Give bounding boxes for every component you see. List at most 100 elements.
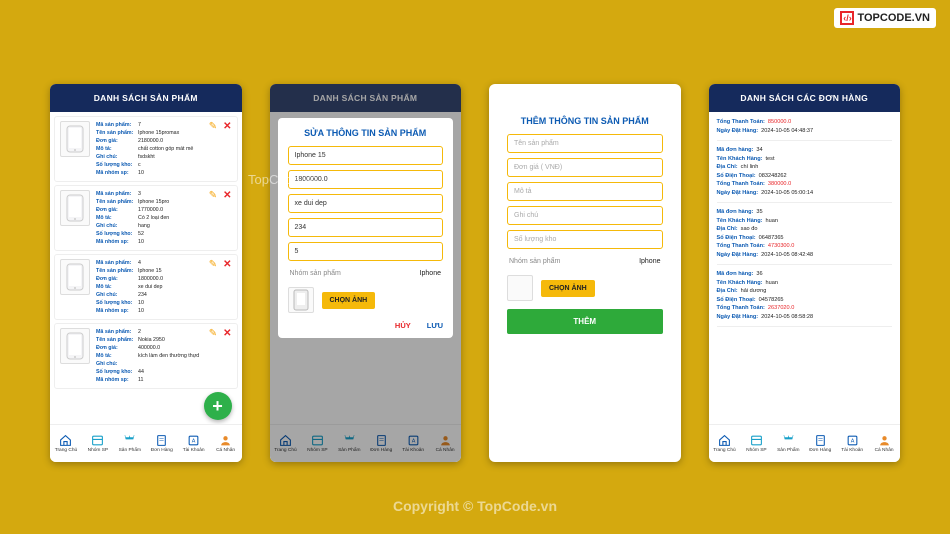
nav-item-1[interactable]: Nhóm SP bbox=[82, 425, 114, 462]
delete-icon[interactable]: ✕ bbox=[223, 190, 231, 201]
product-card[interactable]: Mã sản phẩm:4Tên sản phẩm:Iphone 15Đơn g… bbox=[54, 254, 238, 320]
topcode-logo: ‹/› TOPCODE.VN bbox=[834, 8, 936, 28]
edit-icon[interactable]: ✎ bbox=[209, 328, 217, 339]
logo-text: TOPCODE.VN bbox=[857, 12, 930, 24]
cancel-button[interactable]: HỦY bbox=[395, 321, 411, 330]
add-product-fab[interactable]: + bbox=[204, 392, 232, 420]
group-label: Nhóm sản phẩm bbox=[509, 258, 560, 265]
order-item[interactable]: Mã đơn hàng: 34Tên Khách Hàng: testĐịa C… bbox=[717, 146, 893, 203]
edit-group-row[interactable]: Nhóm sản phẩm Iphone bbox=[288, 266, 444, 281]
product-thumb bbox=[60, 190, 90, 226]
delete-icon[interactable]: ✕ bbox=[223, 121, 231, 132]
delete-icon[interactable]: ✕ bbox=[223, 328, 231, 339]
nav-icon: A bbox=[846, 434, 859, 447]
nav-label: Trang Chủ bbox=[55, 448, 78, 453]
order-item[interactable]: Mã đơn hàng: 36Tên Khách Hàng: huanĐịa C… bbox=[717, 270, 893, 327]
group-value: Iphone bbox=[420, 270, 441, 277]
add-note-input[interactable]: Ghi chú bbox=[507, 206, 663, 225]
nav-item-0[interactable]: Trang Chủ bbox=[709, 425, 741, 462]
panel4-title: DANH SÁCH CÁC ĐƠN HÀNG bbox=[709, 84, 901, 112]
svg-text:A: A bbox=[850, 439, 854, 445]
nav-item-3[interactable]: Đơn Hàng bbox=[804, 425, 836, 462]
nav-icon bbox=[878, 434, 891, 447]
add-stock-input[interactable]: Số lượng kho bbox=[507, 230, 663, 249]
product-actions: ✎✕ bbox=[209, 121, 232, 132]
edit-note-input[interactable]: 234 bbox=[288, 218, 444, 237]
add-price-input[interactable]: Đơn giá ( VNĐ) bbox=[507, 158, 663, 177]
nav-label: Sản Phẩm bbox=[119, 448, 141, 453]
nav-item-1[interactable]: Nhóm SP bbox=[740, 425, 772, 462]
edit-desc-input[interactable]: xe dui dep bbox=[288, 194, 444, 213]
nav-item-4[interactable]: A Tài Khoản bbox=[178, 425, 210, 462]
product-actions: ✎✕ bbox=[209, 259, 232, 270]
panel-product-list: DANH SÁCH SẢN PHẨM Mã sản phẩm:7Tên sản … bbox=[50, 84, 242, 462]
edit-stock-input[interactable]: 5 bbox=[288, 242, 444, 261]
nav-label: Cá Nhân bbox=[875, 448, 894, 453]
nav-label: Tài Khoản bbox=[183, 448, 205, 453]
add-name-input[interactable]: Tên sản phẩm bbox=[507, 134, 663, 153]
nav-icon bbox=[59, 434, 72, 447]
nav-item-2[interactable]: Sản Phẩm bbox=[114, 425, 146, 462]
order-item[interactable]: Tổng Thanh Toán: 850000.0Ngày Đặt Hàng: … bbox=[717, 118, 893, 141]
edit-name-input[interactable]: Iphone 15 bbox=[288, 146, 444, 165]
image-preview bbox=[288, 287, 314, 313]
save-button[interactable]: LƯU bbox=[427, 321, 443, 330]
nav-icon bbox=[91, 434, 104, 447]
nav-icon bbox=[782, 434, 795, 447]
watermark-footer: Copyright © TopCode.vn bbox=[0, 498, 950, 514]
svg-text:A: A bbox=[192, 439, 196, 445]
choose-image-button[interactable]: CHỌN ẢNH bbox=[322, 292, 376, 309]
nav-icon bbox=[814, 434, 827, 447]
nav-label: Đơn Hàng bbox=[151, 448, 173, 453]
add-desc-input[interactable]: Mô tả bbox=[507, 182, 663, 201]
product-card[interactable]: Mã sản phẩm:7Tên sản phẩm:Iphone 15proma… bbox=[54, 116, 238, 182]
product-actions: ✎✕ bbox=[209, 190, 232, 201]
delete-icon[interactable]: ✕ bbox=[223, 259, 231, 270]
nav-item-2[interactable]: Sản Phẩm bbox=[772, 425, 804, 462]
edit-price-input[interactable]: 1800000.0 bbox=[288, 170, 444, 189]
group-label: Nhóm sản phẩm bbox=[290, 270, 341, 277]
nav-icon bbox=[718, 434, 731, 447]
nav-label: Nhóm SP bbox=[746, 448, 767, 453]
nav-label: Tài Khoản bbox=[841, 448, 863, 453]
product-thumb bbox=[60, 328, 90, 364]
add-image-row: CHỌN ẢNH bbox=[507, 275, 663, 301]
image-preview-empty bbox=[507, 275, 533, 301]
add-button[interactable]: THÊM bbox=[507, 309, 663, 334]
dialog-actions: HỦY LƯU bbox=[288, 321, 444, 330]
choose-image-button[interactable]: CHỌN ẢNH bbox=[541, 280, 595, 297]
product-actions: ✎✕ bbox=[209, 328, 232, 339]
panel4-body: Tổng Thanh Toán: 850000.0Ngày Đặt Hàng: … bbox=[709, 112, 901, 424]
order-item[interactable]: Mã đơn hàng: 35Tên Khách Hàng: huanĐịa C… bbox=[717, 208, 893, 265]
nav-icon: A bbox=[187, 434, 200, 447]
panel-add-dialog: THÊM THÔNG TIN SẢN PHẨM Tên sản phẩm Đơn… bbox=[489, 84, 681, 462]
nav-icon bbox=[750, 434, 763, 447]
nav-label: Trang Chủ bbox=[713, 448, 736, 453]
logo-icon: ‹/› bbox=[840, 11, 854, 25]
edit-icon[interactable]: ✎ bbox=[209, 121, 217, 132]
bottom-nav: Trang Chủ Nhóm SP Sản Phẩm Đơn Hàng A Tài Kho… bbox=[50, 424, 242, 462]
edit-icon[interactable]: ✎ bbox=[209, 259, 217, 270]
nav-item-3[interactable]: Đơn Hàng bbox=[146, 425, 178, 462]
nav-item-4[interactable]: A Tài Khoản bbox=[836, 425, 868, 462]
nav-item-5[interactable]: Cá Nhân bbox=[868, 425, 900, 462]
add-dialog-title: THÊM THÔNG TIN SẢN PHẨM bbox=[507, 116, 663, 126]
add-group-row[interactable]: Nhóm sản phẩm Iphone bbox=[507, 254, 663, 269]
product-card[interactable]: Mã sản phẩm:3Tên sản phẩm:Iphone 15proĐơ… bbox=[54, 185, 238, 251]
nav-item-5[interactable]: Cá Nhân bbox=[210, 425, 242, 462]
nav-icon bbox=[155, 434, 168, 447]
nav-label: Nhóm SP bbox=[88, 448, 109, 453]
panel1-body: Mã sản phẩm:7Tên sản phẩm:Iphone 15proma… bbox=[50, 112, 242, 424]
nav-label: Cá Nhân bbox=[216, 448, 235, 453]
nav-icon bbox=[219, 434, 232, 447]
product-thumb bbox=[60, 121, 90, 157]
edit-icon[interactable]: ✎ bbox=[209, 190, 217, 201]
edit-dialog-title: SỬA THÔNG TIN SẢN PHẨM bbox=[288, 128, 444, 138]
add-product-dialog: THÊM THÔNG TIN SẢN PHẨM Tên sản phẩm Đơn… bbox=[497, 106, 673, 342]
nav-label: Đơn Hàng bbox=[809, 448, 831, 453]
product-thumb bbox=[60, 259, 90, 295]
product-card[interactable]: Mã sản phẩm:2Tên sản phẩm:Nokia 2950Đơn … bbox=[54, 323, 238, 389]
nav-item-0[interactable]: Trang Chủ bbox=[50, 425, 82, 462]
edit-image-row: CHỌN ẢNH bbox=[288, 287, 444, 313]
nav-label: Sản Phẩm bbox=[777, 448, 799, 453]
